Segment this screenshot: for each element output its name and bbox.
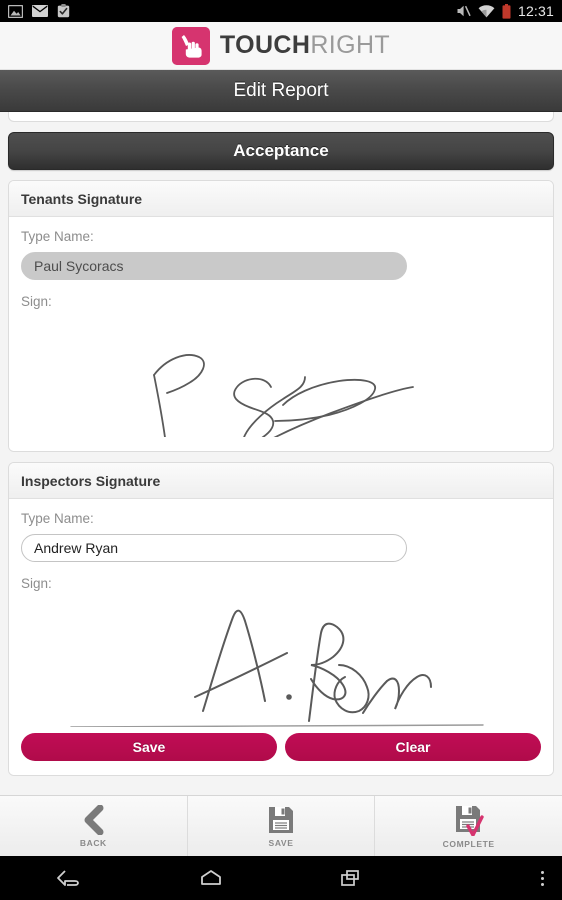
toolbar-save-button[interactable]: SAVE: [188, 796, 376, 856]
wifi-icon: [478, 4, 495, 17]
page-title-bar: Edit Report: [0, 70, 562, 112]
inspector-name-input[interactable]: [21, 534, 407, 562]
tenant-name-input[interactable]: [21, 252, 407, 280]
floppy-disk-check-icon: [455, 805, 484, 836]
app-screen: 12:31 TOUCHRIGHT Edit Report Acceptance …: [0, 0, 562, 900]
scroll-content[interactable]: Acceptance Tenants Signature Type Name: …: [0, 112, 562, 795]
toolbar-complete-label: COMPLETE: [442, 838, 495, 849]
email-icon: [32, 5, 48, 17]
tenant-sign-label: Sign:: [21, 294, 52, 309]
panel-body-inspectors: Type Name: Sign:: [9, 499, 553, 775]
android-status-bar: 12:31: [0, 0, 562, 22]
bottom-toolbar: BACK SAVE COMPLETE: [0, 795, 562, 856]
panel-body-tenants: Type Name: Sign:: [9, 217, 553, 451]
nav-recents-button[interactable]: [281, 867, 422, 889]
panel-inspectors-signature: Inspectors Signature Type Name: Sign:: [8, 462, 554, 776]
panel-header-inspectors-label: Inspectors Signature: [21, 472, 161, 489]
signature-actions: Save Clear: [21, 733, 541, 761]
section-header-acceptance[interactable]: Acceptance: [8, 132, 554, 170]
clear-signature-button[interactable]: Clear: [285, 733, 541, 761]
tenant-signature-canvas[interactable]: [21, 317, 541, 437]
nav-recents-icon: [341, 870, 360, 886]
panel-header-tenants-label: Tenants Signature: [21, 190, 143, 207]
brand-name-light: RIGHT: [310, 31, 391, 59]
toolbar-back-button[interactable]: BACK: [0, 796, 188, 856]
nav-home-button[interactable]: [141, 867, 282, 889]
section-header-acceptance-label: Acceptance: [233, 141, 329, 160]
inspector-name-label: Type Name:: [21, 511, 94, 526]
clipboard-check-icon: [57, 4, 70, 18]
brand-bar: TOUCHRIGHT: [0, 22, 562, 70]
toolbar-complete-button[interactable]: COMPLETE: [375, 796, 562, 856]
page-title: Edit Report: [233, 79, 329, 101]
status-clock: 12:31: [517, 3, 554, 19]
mute-icon: [457, 5, 471, 17]
inspector-signature-canvas[interactable]: [21, 599, 541, 727]
brand-name-bold: TOUCH: [219, 31, 311, 59]
toolbar-save-label: SAVE: [268, 837, 294, 848]
nav-back-button[interactable]: [0, 867, 141, 889]
battery-low-icon: [502, 3, 511, 19]
status-system-icons: 12:31: [456, 3, 554, 19]
previous-section-card-partial: [8, 112, 554, 122]
panel-header-tenants: Tenants Signature: [9, 181, 553, 217]
brand-logo: TOUCHRIGHT: [171, 26, 390, 65]
panel-header-inspectors: Inspectors Signature: [9, 463, 553, 499]
status-notification-icons: [8, 4, 70, 18]
nav-overflow-icon: [541, 870, 544, 886]
nav-back-icon: [57, 870, 80, 886]
panel-tenants-signature: Tenants Signature Type Name: Sign:: [8, 180, 554, 452]
android-nav-bar: [0, 856, 562, 900]
inspector-signature-icon: [70, 609, 484, 727]
nav-home-icon: [200, 870, 221, 885]
chevron-left-icon: [84, 804, 104, 835]
pointing-hand-icon: [171, 26, 210, 65]
toolbar-back-label: BACK: [79, 837, 107, 848]
tenant-name-label: Type Name:: [21, 229, 94, 244]
save-signature-button[interactable]: Save: [21, 733, 277, 761]
image-icon: [8, 4, 23, 18]
floppy-disk-icon: [269, 806, 293, 833]
inspector-sign-label: Sign:: [21, 576, 52, 591]
tenant-signature-icon: [153, 354, 414, 437]
brand-wordmark: TOUCHRIGHT: [220, 33, 390, 58]
